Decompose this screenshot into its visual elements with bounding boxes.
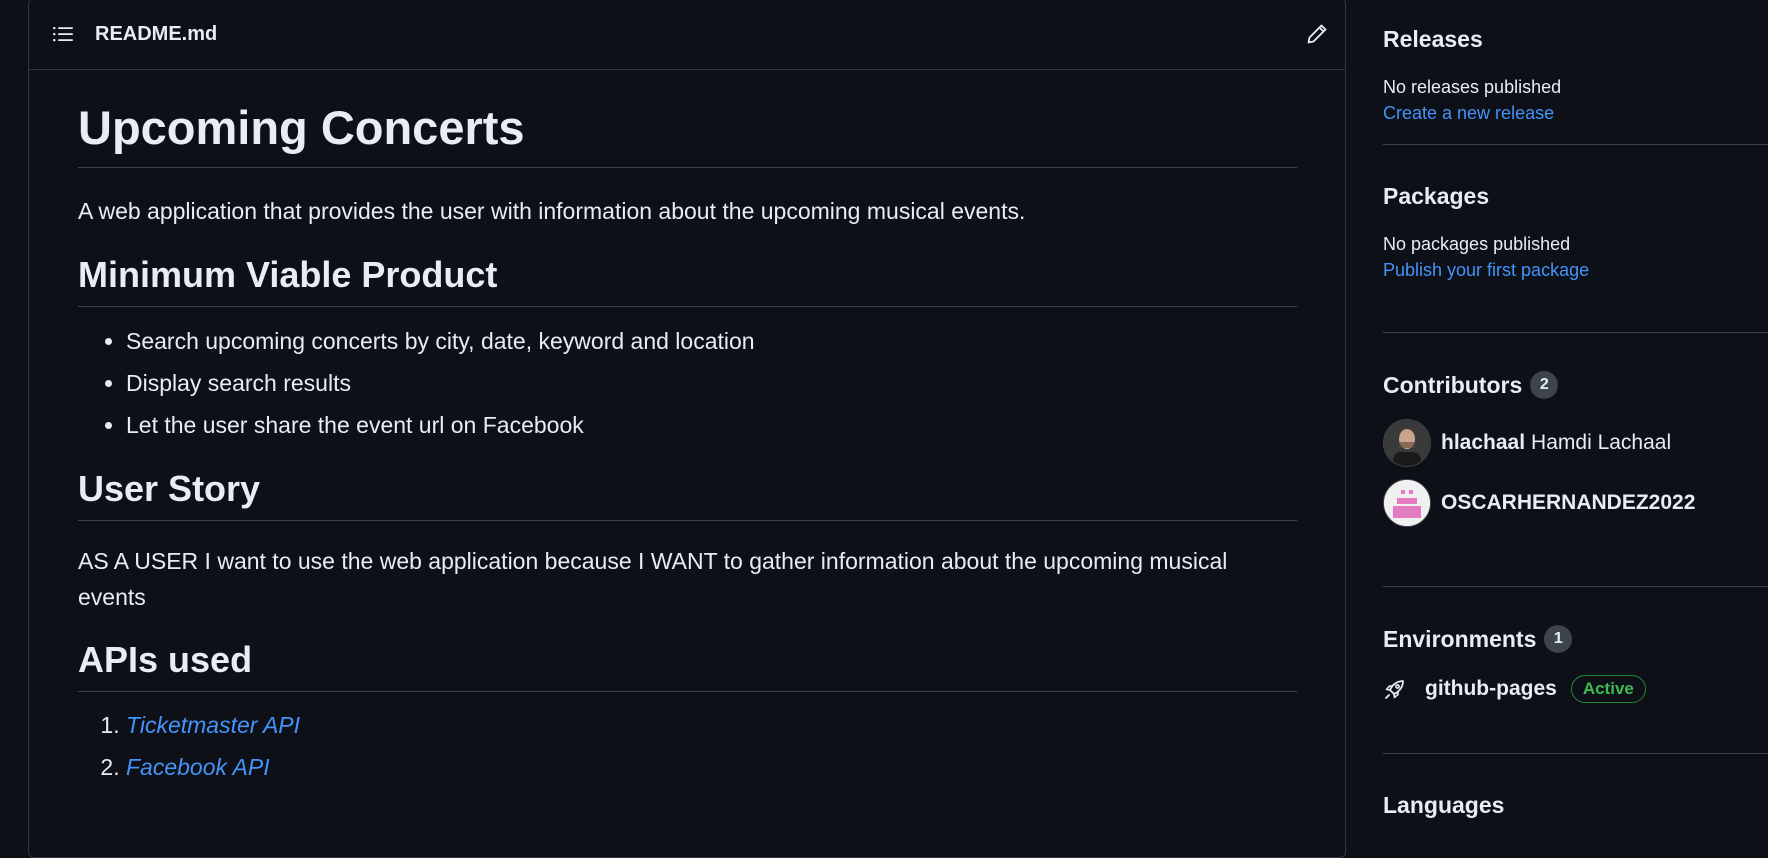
mvp-list: Search upcoming concerts by city, date, … bbox=[78, 326, 1297, 440]
readme-panel: README.md Upcoming Concerts A web applic… bbox=[28, 0, 1346, 858]
list-item: Search upcoming concerts by city, date, … bbox=[126, 326, 1297, 356]
contributors-section: Contributors 2 hlachaal Hamdi Lachaal OS… bbox=[1383, 333, 1768, 587]
contributor-item[interactable]: OSCARHERNANDEZ2022 bbox=[1383, 477, 1768, 529]
avatar[interactable] bbox=[1383, 419, 1431, 467]
list-item: Facebook API bbox=[126, 752, 1297, 782]
environments-count: 1 bbox=[1544, 625, 1573, 653]
releases-section: Releases No releases published Create a … bbox=[1383, 0, 1768, 145]
contributors-list: hlachaal Hamdi Lachaal OSCARHERNANDEZ202… bbox=[1383, 417, 1768, 529]
releases-title-text: Releases bbox=[1383, 26, 1483, 52]
repo-sidebar: Releases No releases published Create a … bbox=[1383, 0, 1768, 819]
readme-title: Upcoming Concerts bbox=[78, 98, 1297, 168]
languages-title-text: Languages bbox=[1383, 792, 1505, 818]
contributors-title[interactable]: Contributors 2 bbox=[1383, 371, 1768, 399]
facebook-api-link[interactable]: Facebook API bbox=[126, 754, 270, 780]
ticketmaster-api-link[interactable]: Ticketmaster API bbox=[126, 712, 300, 738]
environment-name[interactable]: github-pages bbox=[1425, 677, 1557, 701]
packages-title-text: Packages bbox=[1383, 183, 1490, 209]
readme-body: Upcoming Concerts A web application that… bbox=[29, 98, 1345, 782]
readme-description: A web application that provides the user… bbox=[78, 198, 1026, 224]
user-story-text: AS A USER I want to use the web applicat… bbox=[78, 543, 1297, 615]
pencil-icon[interactable] bbox=[1305, 22, 1329, 46]
publish-package-link[interactable]: Publish your first package bbox=[1383, 257, 1768, 283]
packages-section: Packages No packages published Publish y… bbox=[1383, 145, 1768, 333]
list-item: Ticketmaster API bbox=[126, 710, 1297, 740]
environments-title[interactable]: Environments 1 bbox=[1383, 625, 1768, 653]
packages-title[interactable]: Packages bbox=[1383, 183, 1768, 210]
list-item: Display search results bbox=[126, 368, 1297, 398]
languages-title: Languages bbox=[1383, 792, 1768, 819]
readme-filename[interactable]: README.md bbox=[95, 23, 217, 46]
contributors-count: 2 bbox=[1530, 371, 1559, 399]
rocket-icon bbox=[1383, 677, 1407, 701]
user-story-heading: User Story bbox=[78, 466, 1297, 521]
languages-section: Languages bbox=[1383, 754, 1768, 819]
apis-list: Ticketmaster API Facebook API bbox=[78, 710, 1297, 782]
user-story-line-1: AS A USER I want to use the web applicat… bbox=[78, 548, 1228, 574]
environment-item[interactable]: github-pages Active bbox=[1383, 669, 1768, 709]
list-unordered-icon[interactable] bbox=[53, 24, 73, 44]
readme-header: README.md bbox=[29, 0, 1345, 70]
list-item: Let the user share the event url on Face… bbox=[126, 410, 1297, 440]
apis-heading: APIs used bbox=[78, 637, 1297, 692]
releases-status: No releases published bbox=[1383, 77, 1562, 97]
mvp-heading: Minimum Viable Product bbox=[78, 252, 1297, 307]
create-release-link[interactable]: Create a new release bbox=[1383, 100, 1768, 126]
contributor-item[interactable]: hlachaal Hamdi Lachaal bbox=[1383, 417, 1768, 469]
avatar[interactable] bbox=[1383, 479, 1431, 527]
environments-section: Environments 1 github-pages Active bbox=[1383, 587, 1768, 754]
user-story-line-2: events bbox=[78, 584, 146, 610]
status-badge: Active bbox=[1570, 675, 1646, 703]
contributors-title-text: Contributors bbox=[1383, 371, 1523, 398]
contributor-login[interactable]: OSCARHERNANDEZ2022 bbox=[1441, 491, 1695, 515]
contributor-login[interactable]: hlachaal bbox=[1441, 431, 1525, 455]
packages-status: No packages published bbox=[1383, 234, 1571, 254]
environments-title-text: Environments bbox=[1383, 625, 1537, 652]
releases-title[interactable]: Releases bbox=[1383, 26, 1768, 53]
contributor-name: Hamdi Lachaal bbox=[1531, 431, 1672, 454]
